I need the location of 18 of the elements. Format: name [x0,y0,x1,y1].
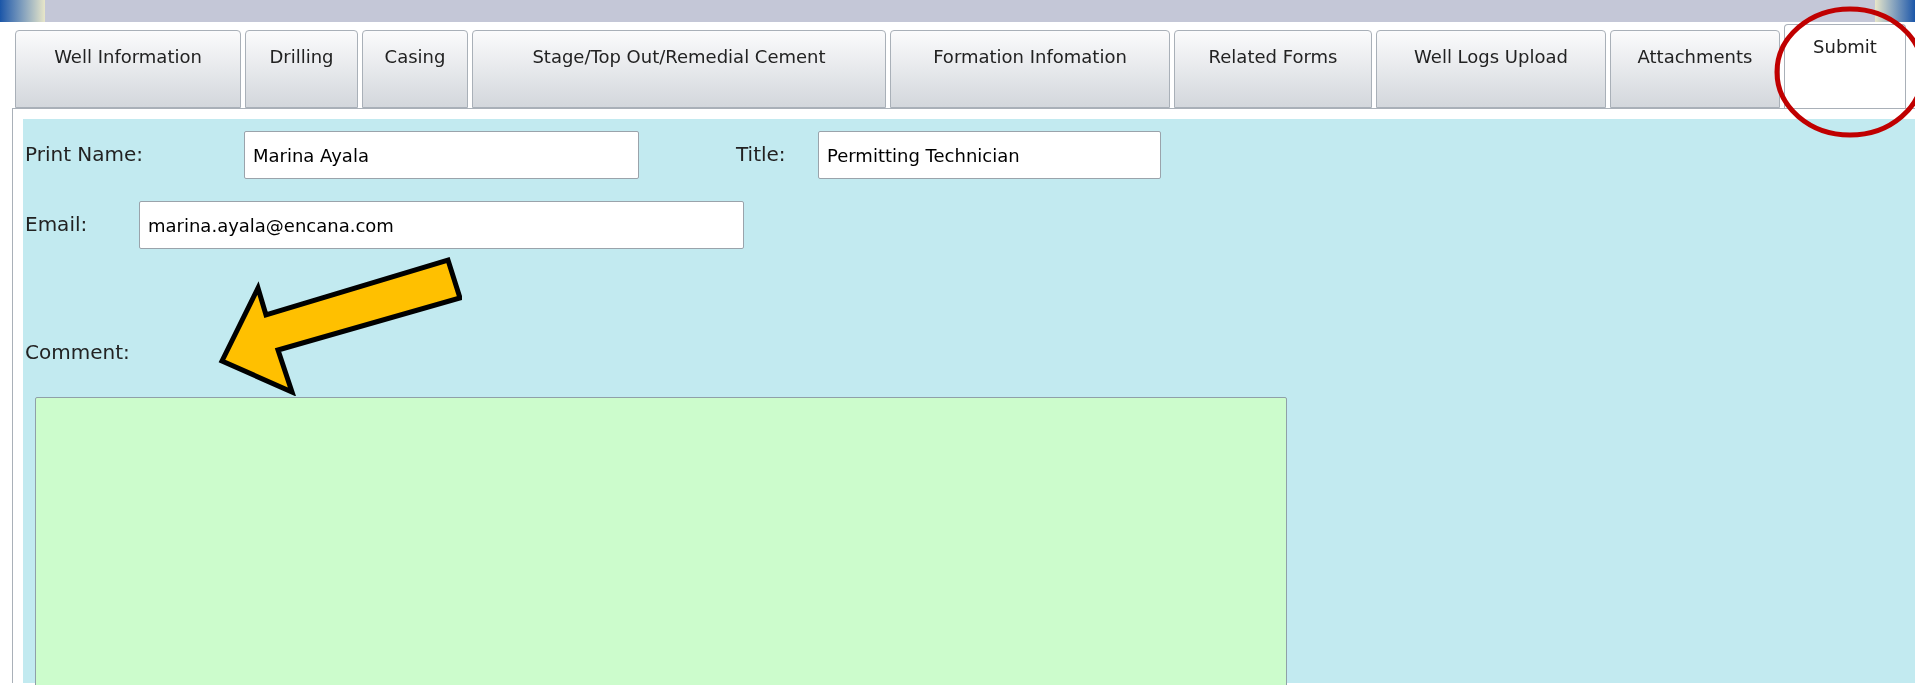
email-field[interactable]: marina.ayala@encana.com [139,201,744,249]
tab[interactable]: Submit [1784,24,1906,108]
field-label: Comment: [25,339,130,366]
tab[interactable]: Formation Infomation [890,30,1170,108]
name-field[interactable]: Marina Ayala [244,131,639,179]
field-label: Print Name: [25,141,145,168]
field-label: Title: [736,141,787,168]
tab[interactable]: Well Logs Upload [1376,30,1606,108]
corner-decoration [0,0,45,22]
tab[interactable]: Casing [362,30,468,108]
comment-field[interactable] [35,397,1287,685]
tab[interactable]: Well Information [15,30,241,108]
tab[interactable]: Related Forms [1174,30,1372,108]
title-field[interactable]: Permitting Technician [818,131,1161,179]
tab[interactable]: Stage/Top Out/Remedial Cement [472,30,886,108]
tab[interactable]: Attachments [1610,30,1780,108]
tab[interactable]: Drilling [245,30,358,108]
field-label: Email: [25,211,89,238]
